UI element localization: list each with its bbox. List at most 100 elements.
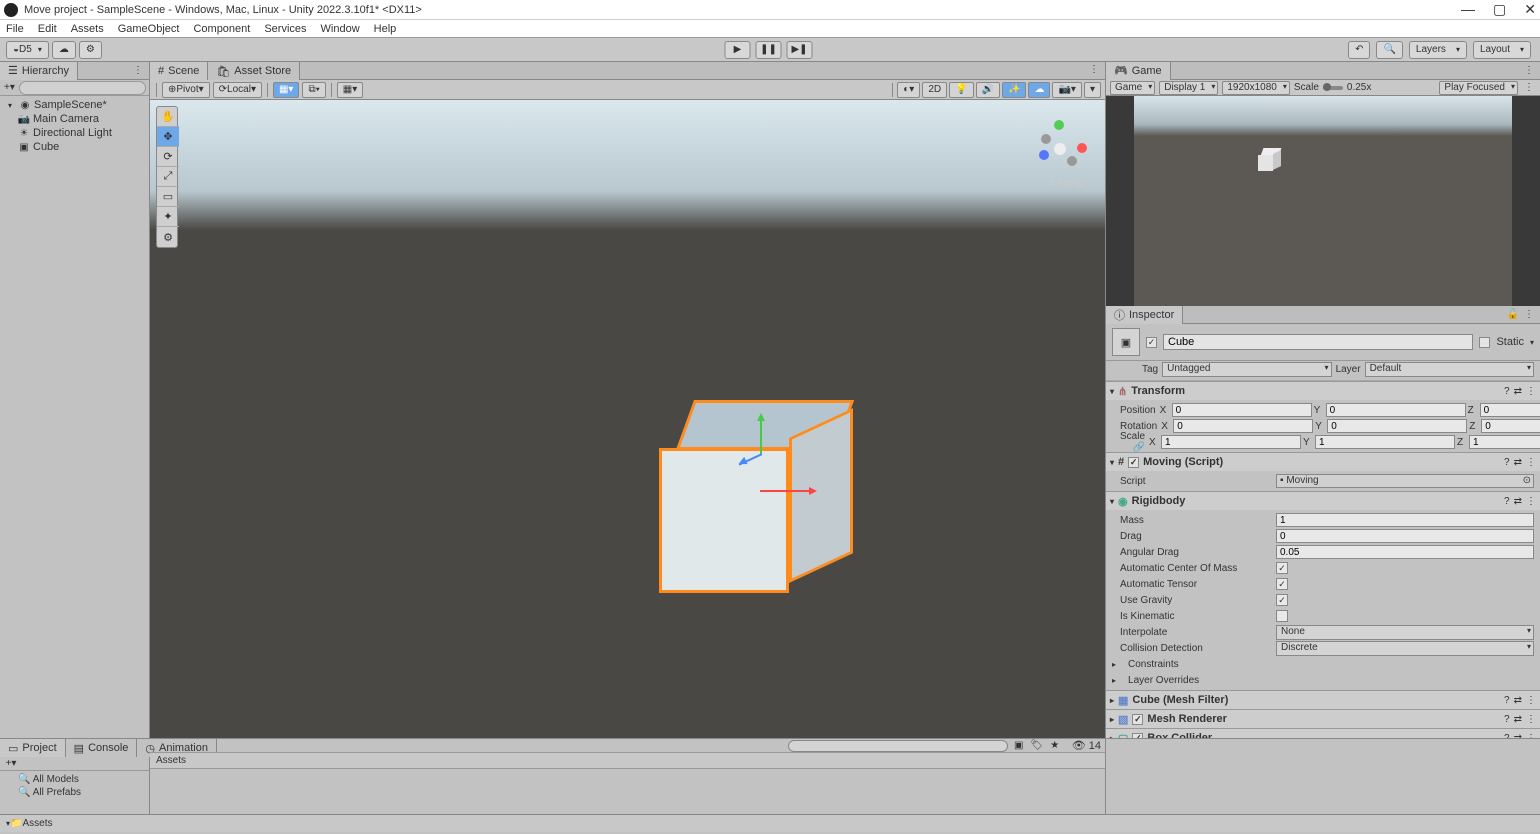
moving-enabled-checkbox[interactable]: ✓ bbox=[1128, 457, 1139, 468]
scale-x-input[interactable] bbox=[1161, 435, 1301, 449]
resolution-dropdown[interactable]: 1920x1080 bbox=[1222, 81, 1290, 95]
pause-button[interactable]: ❚❚ bbox=[756, 41, 782, 59]
tag-dropdown[interactable]: Untagged bbox=[1162, 362, 1331, 377]
hand-tool[interactable]: ✋ bbox=[157, 107, 179, 127]
camera-dropdown[interactable]: 📷▾ bbox=[1052, 82, 1081, 98]
save-search-icon[interactable]: ★ bbox=[1048, 739, 1062, 753]
game-mode-dropdown[interactable]: Game bbox=[1110, 81, 1155, 95]
play-focused-dropdown[interactable]: Play Focused bbox=[1439, 81, 1518, 95]
use-gravity-checkbox[interactable]: ✓ bbox=[1276, 594, 1288, 606]
rotate-tool[interactable]: ⟳ bbox=[157, 147, 179, 167]
menu-edit[interactable]: Edit bbox=[38, 23, 57, 35]
2d-toggle[interactable]: 2D bbox=[922, 82, 947, 98]
rotation-z-input[interactable] bbox=[1481, 419, 1540, 433]
mesh-renderer-enabled-checkbox[interactable]: ✓ bbox=[1132, 714, 1143, 725]
scene-tab[interactable]: #Scene bbox=[150, 62, 208, 80]
box-collider-enabled-checkbox[interactable]: ✓ bbox=[1132, 733, 1143, 739]
perspective-label[interactable]: ≡ Persp bbox=[1048, 178, 1083, 189]
menu-services[interactable]: Services bbox=[264, 23, 306, 35]
static-dropdown[interactable]: ▾ bbox=[1530, 338, 1534, 347]
inspector-lock-icon[interactable]: 🔓 bbox=[1506, 308, 1520, 322]
selected-cube-object[interactable] bbox=[665, 400, 865, 600]
component-menu-icon[interactable]: ⋮ bbox=[1526, 496, 1536, 507]
menu-help[interactable]: Help bbox=[374, 23, 397, 35]
static-checkbox[interactable] bbox=[1479, 337, 1490, 348]
mesh-renderer-header[interactable]: ▸▧✓Mesh Renderer?⇄⋮ bbox=[1106, 710, 1540, 728]
component-menu-icon[interactable]: ⋮ bbox=[1526, 386, 1536, 397]
constraints-label[interactable]: Constraints bbox=[1120, 659, 1179, 670]
asset-store-tab[interactable]: 🛍Asset Store bbox=[208, 62, 300, 80]
preset-icon[interactable]: ⇄ bbox=[1514, 457, 1522, 468]
search-by-label-icon[interactable]: 🏷 bbox=[1030, 739, 1044, 753]
project-search-input[interactable] bbox=[788, 740, 1008, 752]
moving-script-header[interactable]: ▾# ✓ Moving (Script) ?⇄⋮ bbox=[1106, 453, 1540, 471]
gameobject-icon[interactable]: ▣ bbox=[1112, 328, 1140, 356]
scale-y-input[interactable] bbox=[1315, 435, 1455, 449]
search-by-type-icon[interactable]: ▣ bbox=[1012, 739, 1026, 753]
skybox-toggle[interactable]: ☁ bbox=[1028, 82, 1050, 98]
local-dropdown[interactable]: ⟳ Local ▾ bbox=[213, 82, 262, 98]
assets-breadcrumb[interactable]: Assets bbox=[150, 753, 1105, 769]
preset-icon[interactable]: ⇄ bbox=[1514, 496, 1522, 507]
mass-input[interactable] bbox=[1276, 513, 1534, 527]
menu-assets[interactable]: Assets bbox=[71, 23, 104, 35]
filter-all-prefabs[interactable]: 🔍 All Prefabs bbox=[4, 786, 145, 799]
step-button[interactable]: ▶❚ bbox=[787, 41, 813, 59]
game-panel-menu-icon[interactable]: ⋮ bbox=[1522, 64, 1536, 78]
undo-history-button[interactable]: ↶ bbox=[1348, 41, 1370, 59]
maximize-button[interactable]: ▢ bbox=[1493, 1, 1506, 18]
grid-visibility-button[interactable]: ▦▾ bbox=[337, 82, 363, 98]
mesh-filter-header[interactable]: ▸▦Cube (Mesh Filter)?⇄⋮ bbox=[1106, 691, 1540, 709]
game-tab[interactable]: 🎮Game bbox=[1106, 62, 1171, 80]
rotation-x-input[interactable] bbox=[1173, 419, 1313, 433]
grid-snap-button[interactable]: ▦▾ bbox=[273, 82, 299, 98]
help-icon[interactable]: ? bbox=[1504, 457, 1510, 468]
gameobject-name-input[interactable] bbox=[1163, 334, 1473, 350]
display-dropdown[interactable]: Display 1 bbox=[1159, 81, 1218, 95]
inspector-panel-menu-icon[interactable]: ⋮ bbox=[1522, 308, 1536, 322]
scene-panel-menu-icon[interactable]: ⋮ bbox=[1087, 62, 1101, 76]
layers-dropdown[interactable]: Layers▾ bbox=[1409, 41, 1467, 59]
game-view[interactable] bbox=[1106, 96, 1540, 306]
draw-mode-dropdown[interactable]: ◐▾ bbox=[897, 82, 920, 98]
play-button[interactable]: ▶ bbox=[725, 41, 751, 59]
audio-toggle[interactable]: 🔊 bbox=[976, 82, 1000, 98]
layer-overrides-label[interactable]: Layer Overrides bbox=[1120, 675, 1199, 686]
cloud-button[interactable]: ☁ bbox=[52, 41, 76, 59]
search-button[interactable]: 🔍 bbox=[1376, 41, 1402, 59]
position-x-input[interactable] bbox=[1172, 403, 1312, 417]
menu-component[interactable]: Component bbox=[193, 23, 250, 35]
menu-window[interactable]: Window bbox=[321, 23, 360, 35]
hierarchy-scene-root[interactable]: ▾◉SampleScene* bbox=[0, 98, 149, 112]
interpolate-dropdown[interactable]: None bbox=[1276, 625, 1534, 640]
inspector-tab[interactable]: ⓘInspector bbox=[1106, 306, 1183, 324]
position-z-input[interactable] bbox=[1480, 403, 1540, 417]
account-dropdown[interactable]: ◒ D5▾ bbox=[6, 41, 49, 59]
snap-increment-button[interactable]: ⧉▾ bbox=[302, 82, 325, 98]
settings-button[interactable]: ⚙ bbox=[79, 41, 102, 59]
layer-overrides-foldout[interactable]: ▸ bbox=[1112, 676, 1116, 685]
hierarchy-item-main-camera[interactable]: 📷Main Camera bbox=[0, 112, 149, 126]
menu-gameobject[interactable]: GameObject bbox=[118, 23, 180, 35]
gameobject-active-checkbox[interactable]: ✓ bbox=[1146, 337, 1157, 348]
scale-z-input[interactable] bbox=[1469, 435, 1540, 449]
gizmos-dropdown[interactable]: ▾ bbox=[1084, 82, 1101, 98]
game-panel-options-icon[interactable]: ⋮ bbox=[1522, 81, 1536, 95]
scale-slider[interactable] bbox=[1323, 86, 1343, 90]
rect-tool[interactable]: ▭ bbox=[157, 187, 179, 207]
create-dropdown[interactable]: +▾ bbox=[4, 81, 15, 95]
fx-toggle[interactable]: ✨ bbox=[1002, 82, 1026, 98]
panel-menu-icon[interactable]: ⋮ bbox=[131, 64, 145, 78]
project-create-dropdown[interactable]: +▾ bbox=[4, 757, 18, 771]
auto-tensor-checkbox[interactable]: ✓ bbox=[1276, 578, 1288, 590]
rotation-y-input[interactable] bbox=[1327, 419, 1467, 433]
close-button[interactable]: ✕ bbox=[1524, 1, 1536, 18]
minimize-button[interactable]: — bbox=[1461, 1, 1475, 18]
hierarchy-item-directional-light[interactable]: ☀Directional Light bbox=[0, 126, 149, 140]
script-field[interactable]: ▪ Moving⊙ bbox=[1276, 474, 1534, 488]
hierarchy-search-input[interactable] bbox=[19, 81, 146, 95]
component-menu-icon[interactable]: ⋮ bbox=[1526, 457, 1536, 468]
drag-input[interactable] bbox=[1276, 529, 1534, 543]
help-icon[interactable]: ? bbox=[1504, 386, 1510, 397]
hierarchy-item-cube[interactable]: ▣Cube bbox=[0, 140, 149, 154]
